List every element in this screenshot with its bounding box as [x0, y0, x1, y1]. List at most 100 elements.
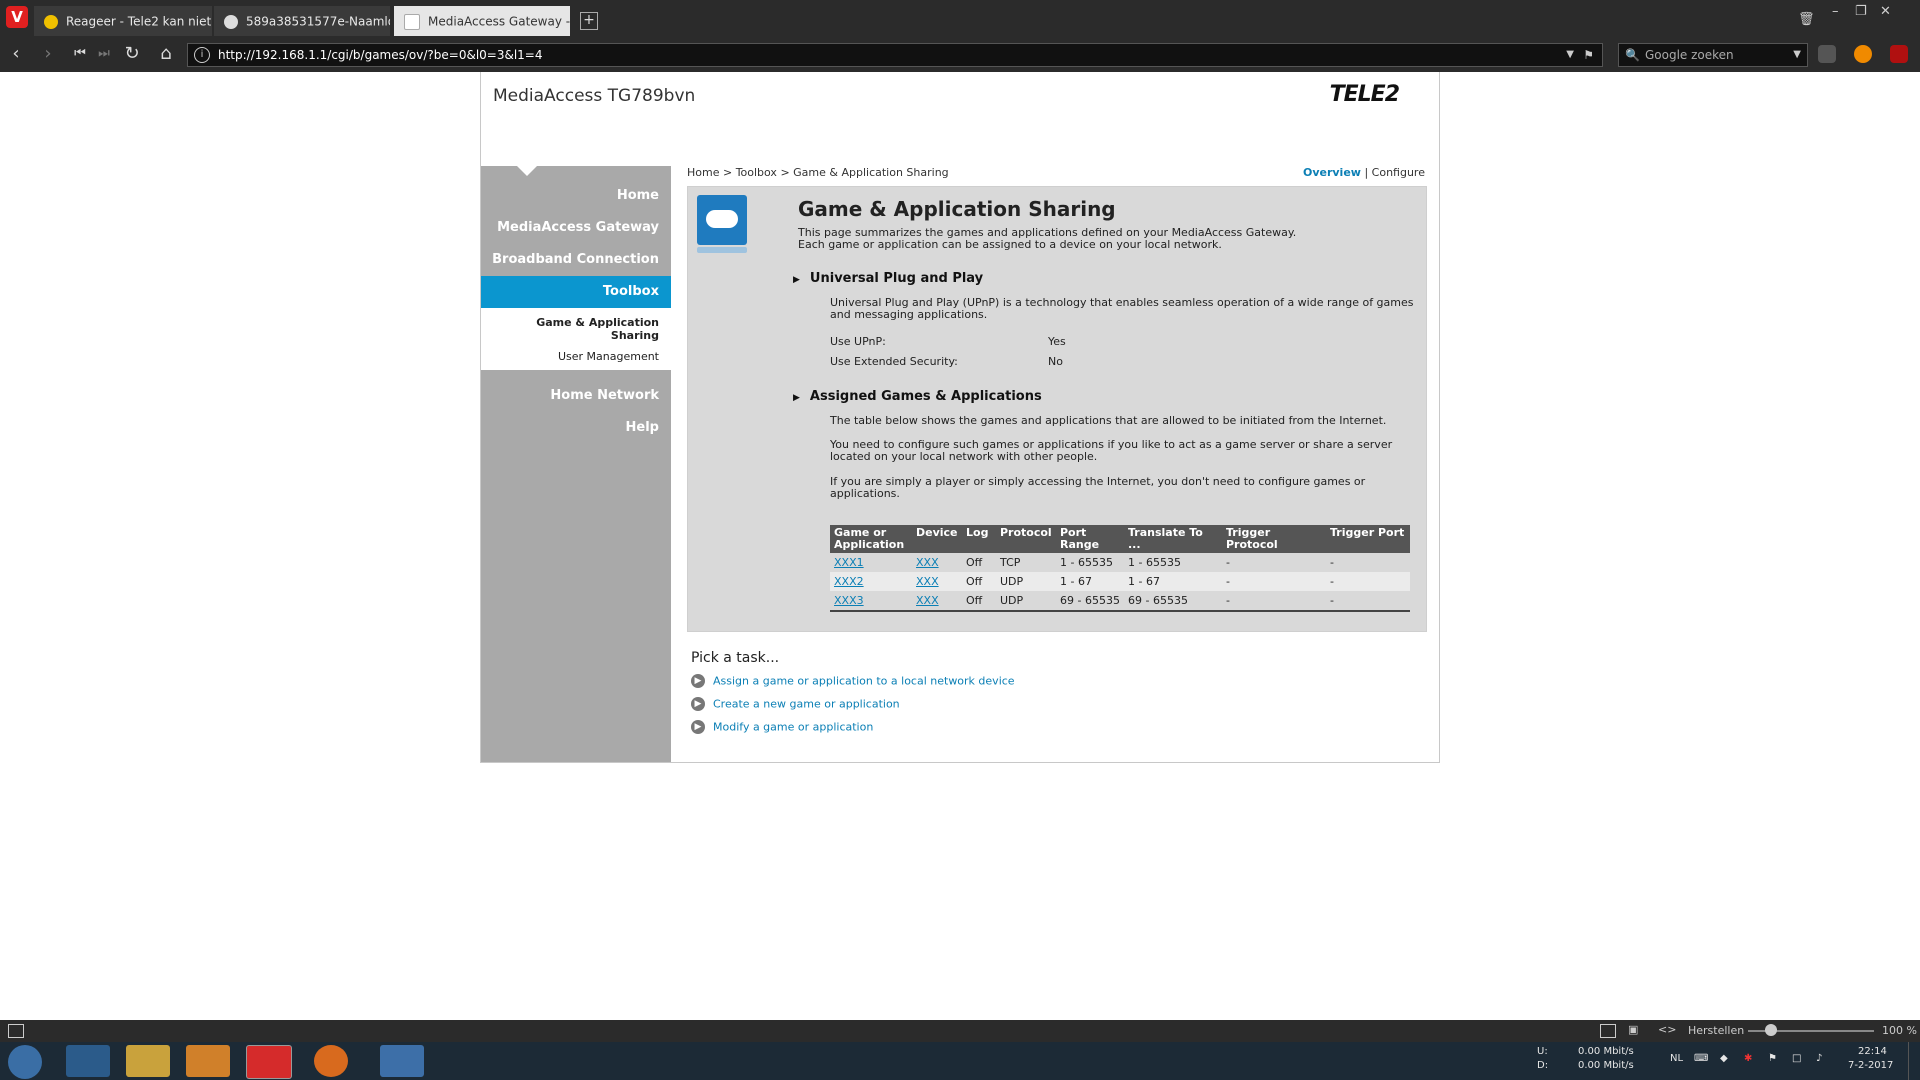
port-range-cell: 1 - 65535 [1056, 553, 1124, 572]
net-down-label: D: [1537, 1060, 1549, 1071]
address-toolbar: ‹ › ⏮ ⏭ ↻ ⌂ i http://192.168.1.1/cgi/b/g… [0, 36, 1920, 72]
zoom-reset-label[interactable]: Herstellen [1688, 1024, 1744, 1037]
image-icon[interactable]: ▣ [1628, 1023, 1638, 1036]
task-modify-link[interactable]: ▶ Modify a game or application [691, 720, 873, 734]
flag-icon[interactable]: ⚑ [1768, 1053, 1777, 1065]
close-icon[interactable]: ✕ [1880, 4, 1891, 19]
search-engine-dropdown-icon[interactable]: ▼ [1793, 44, 1801, 66]
minimize-icon[interactable]: – [1832, 4, 1839, 19]
network-app-icon[interactable] [380, 1045, 424, 1077]
device-link[interactable]: XXX [916, 575, 939, 588]
sidebar-item-toolbox[interactable]: Toolbox [481, 276, 671, 308]
task-assign-link[interactable]: ▶ Assign a game or application to a local… [691, 674, 1015, 688]
internet-explorer-icon[interactable] [66, 1045, 110, 1077]
arrow-right-icon: ▶ [691, 720, 705, 734]
window-icon[interactable] [1600, 1024, 1616, 1038]
clock-time[interactable]: 22:14 [1858, 1046, 1887, 1058]
zoom-slider-handle[interactable] [1765, 1024, 1777, 1036]
start-button[interactable] [8, 1045, 42, 1079]
arrow-right-icon: ▶ [691, 674, 705, 688]
col-translate: Translate To ... [1124, 525, 1222, 553]
search-placeholder: Google zoeken [1645, 48, 1734, 62]
tab-mediaaccess-gateway[interactable]: MediaAccess Gateway - Gam [394, 6, 570, 36]
triangle-icon: ▶ [793, 275, 800, 285]
assigned-heading-label: Assigned Games & Applications [809, 389, 1042, 404]
log-cell: Off [962, 572, 996, 591]
vivaldi-menu-icon[interactable]: V [6, 6, 28, 28]
reload-icon[interactable]: ↻ [120, 43, 144, 65]
net-down-speed: 0.00 Mbit/s [1578, 1060, 1634, 1071]
volume-icon[interactable]: ♪ [1816, 1053, 1822, 1065]
assigned-heading[interactable]: ▶ Assigned Games & Applications [793, 389, 1042, 404]
clock-date[interactable]: 7-2-2017 [1848, 1060, 1893, 1072]
toolbox-subnav: Game & Application Sharing User Manageme… [481, 308, 671, 370]
sidebar-item-label: Toolbox [602, 284, 659, 299]
network-icon[interactable]: □ [1792, 1053, 1801, 1065]
tab-reageer[interactable]: Reageer - Tele2 kan niet ver [34, 6, 212, 36]
protocol-cell: UDP [996, 591, 1056, 610]
media-player-icon[interactable] [186, 1045, 230, 1077]
rewind-icon[interactable]: ⏮ [68, 43, 92, 65]
url-field[interactable]: i http://192.168.1.1/cgi/b/games/ov/?be=… [187, 43, 1603, 67]
overview-link[interactable]: Overview [1303, 166, 1361, 179]
back-icon[interactable]: ‹ [4, 43, 28, 65]
fast-forward-icon[interactable]: ⏭ [92, 43, 116, 65]
ublock-icon[interactable] [1890, 45, 1908, 63]
chevron-down-icon[interactable]: ▼ [1566, 44, 1574, 66]
bookmark-icon[interactable]: ⚑ [1583, 44, 1594, 66]
tab-naamloos[interactable]: 589a38531577e-Naamloos1 [214, 6, 390, 36]
trash-icon[interactable]: 🗑 [1798, 12, 1815, 27]
search-input[interactable]: 🔍 Google zoeken ▼ [1618, 43, 1808, 67]
browser-tab-bar: V Reageer - Tele2 kan niet ver 589a38531… [0, 0, 1920, 36]
page-icon [404, 13, 420, 30]
language-indicator[interactable]: NL [1670, 1053, 1683, 1065]
windows-taskbar: U: D: 0.00 Mbit/s 0.00 Mbit/s NL ⌨ ◆ ✱ ⚑… [0, 1042, 1920, 1080]
port-range-cell: 69 - 65535 [1056, 591, 1124, 610]
sidebar-item-home-network[interactable]: Home Network [550, 388, 659, 403]
table-row: XXX3 XXX Off UDP 69 - 65535 69 - 65535 -… [830, 591, 1410, 610]
security-alert-icon[interactable]: ✱ [1744, 1053, 1752, 1065]
sidebar-item-home[interactable]: Home [617, 188, 659, 203]
game-link[interactable]: XXX3 [834, 594, 864, 607]
port-range-cell: 1 - 67 [1056, 572, 1124, 591]
shield-icon[interactable]: ◆ [1720, 1053, 1728, 1065]
restore-icon[interactable]: ❐ [1855, 4, 1867, 19]
col-port-range: Port Range [1056, 525, 1124, 553]
new-tab-button[interactable]: + [580, 12, 598, 30]
device-link[interactable]: XXX [916, 556, 939, 569]
triangle-icon: ▶ [793, 393, 800, 403]
task-label: Create a new game or application [713, 697, 900, 711]
forward-icon[interactable]: › [36, 43, 60, 65]
trigger-protocol-cell: - [1222, 553, 1326, 572]
reader-icon[interactable] [1818, 45, 1836, 63]
tasks-title: Pick a task... [691, 650, 780, 666]
device-link[interactable]: XXX [916, 594, 939, 607]
keyboard-icon[interactable]: ⌨ [1694, 1053, 1708, 1065]
tele2-logo: TELE2 [1329, 82, 1400, 107]
site-info-icon[interactable]: i [194, 47, 210, 63]
subnav-user-management[interactable]: User Management [558, 350, 659, 363]
col-game: Game or Application [830, 525, 912, 553]
configure-link[interactable]: Configure [1372, 166, 1425, 179]
task-create-link[interactable]: ▶ Create a new game or application [691, 697, 900, 711]
table-row: XXX2 XXX Off UDP 1 - 67 1 - 67 - - [830, 572, 1410, 591]
upnp-heading-label: Universal Plug and Play [809, 271, 984, 286]
assigned-text-1: The table below shows the games and appl… [830, 414, 1387, 427]
game-link[interactable]: XXX2 [834, 575, 864, 588]
extension-icon[interactable] [1854, 45, 1872, 63]
game-link[interactable]: XXX1 [834, 556, 864, 569]
firefox-icon[interactable] [314, 1045, 348, 1077]
file-explorer-icon[interactable] [126, 1045, 170, 1077]
sidebar-item-broadband[interactable]: Broadband Connection [492, 252, 659, 267]
upnp-heading[interactable]: ▶ Universal Plug and Play [793, 271, 983, 286]
arrow-right-icon: ▶ [691, 697, 705, 711]
home-icon[interactable]: ⌂ [154, 43, 178, 65]
sidebar-item-help[interactable]: Help [626, 420, 659, 435]
panel-toggle-icon[interactable] [8, 1024, 24, 1038]
sidebar-item-gateway[interactable]: MediaAccess Gateway [497, 220, 659, 235]
subnav-game-sharing[interactable]: Game & Application Sharing [509, 316, 659, 342]
upnp-description: Universal Plug and Play (UPnP) is a tech… [830, 296, 1414, 321]
show-desktop-button[interactable] [1908, 1042, 1920, 1080]
code-icon[interactable]: <> [1658, 1023, 1676, 1036]
vivaldi-taskbar-icon[interactable] [246, 1045, 292, 1079]
